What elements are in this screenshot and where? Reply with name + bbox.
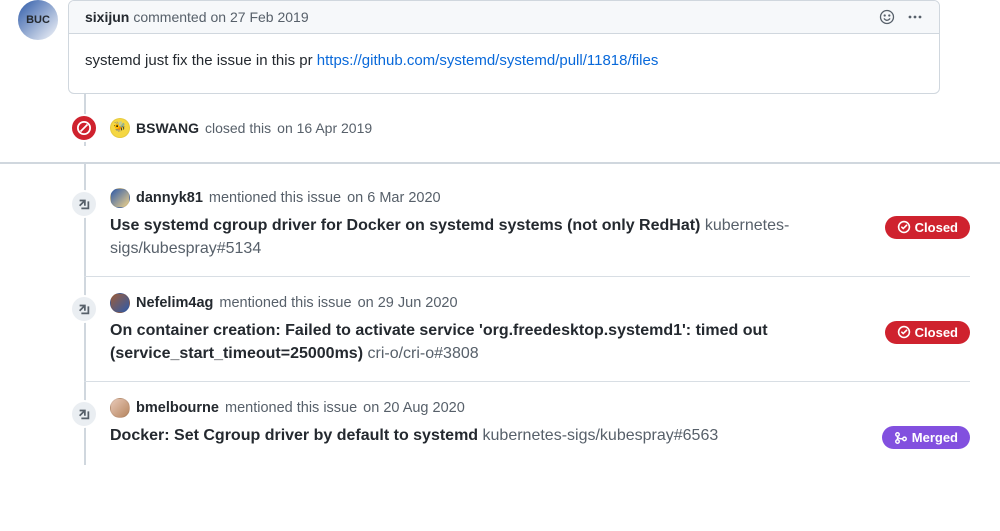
comment-link[interactable]: https://github.com/systemd/systemd/pull/… bbox=[317, 52, 659, 69]
git-merge-icon bbox=[894, 431, 908, 445]
comment-text: systemd just fix the issue in this pr bbox=[85, 52, 317, 69]
xref-timestamp-link[interactable]: on 29 Jun 2020 bbox=[358, 295, 458, 311]
avatar[interactable] bbox=[110, 188, 130, 208]
close-action: closed this bbox=[205, 120, 271, 136]
xref-author-link[interactable]: Nefelim4ag bbox=[136, 295, 213, 311]
cross-reference-icon bbox=[70, 190, 98, 218]
xref-title-link[interactable]: On container creation: Failed to activat… bbox=[110, 322, 768, 362]
xref-action: mentioned this issue bbox=[225, 400, 357, 416]
cross-reference-item: dannyk81 mentioned this issue on 6 Mar 2… bbox=[84, 172, 970, 277]
comment-body: systemd just fix the issue in this pr ht… bbox=[69, 34, 939, 93]
xref-title-link[interactable]: Docker: Set Cgroup driver by default to … bbox=[110, 427, 718, 444]
xref-author-link[interactable]: bmelbourne bbox=[136, 400, 219, 416]
avatar[interactable] bbox=[110, 293, 130, 313]
cross-reference-item: Nefelim4ag mentioned this issue on 29 Ju… bbox=[84, 277, 970, 382]
close-timestamp-link[interactable]: on 16 Apr 2019 bbox=[277, 120, 372, 136]
avatar[interactable]: 🐝 bbox=[110, 118, 130, 138]
comment-timestamp-link[interactable]: on 27 Feb 2019 bbox=[211, 9, 309, 25]
xref-author-link[interactable]: dannyk81 bbox=[136, 190, 203, 206]
xref-title-link[interactable]: Use systemd cgroup driver for Docker on … bbox=[110, 217, 789, 257]
cross-reference-icon bbox=[70, 295, 98, 323]
smiley-icon[interactable] bbox=[879, 9, 895, 25]
comment-author-link[interactable]: sixijun bbox=[85, 9, 129, 25]
kebab-icon[interactable] bbox=[907, 9, 923, 25]
close-author-link[interactable]: BSWANG bbox=[136, 120, 199, 136]
cross-reference-item: bmelbourne mentioned this issue on 20 Au… bbox=[84, 382, 970, 465]
issue-closed-icon bbox=[897, 220, 911, 234]
closed-icon bbox=[70, 114, 98, 142]
comment-box: sixijun commented on 27 Feb 2019 bbox=[68, 0, 940, 94]
comment-block: BUC sixijun commented on 27 Feb 2019 bbox=[0, 0, 970, 94]
xref-action: mentioned this issue bbox=[209, 190, 341, 206]
timeline-divider bbox=[0, 162, 1000, 164]
comment-header: sixijun commented on 27 Feb 2019 bbox=[69, 1, 939, 34]
xref-action: mentioned this issue bbox=[219, 295, 351, 311]
status-badge: Closed bbox=[885, 216, 970, 239]
cross-reference-icon bbox=[70, 400, 98, 428]
status-badge: Closed bbox=[885, 321, 970, 344]
closed-event: 🐝 BSWANG closed this on 16 Apr 2019 bbox=[84, 118, 970, 138]
status-badge: Merged bbox=[882, 426, 970, 449]
xref-repo-ref: kubernetes-sigs/kubespray#6563 bbox=[483, 427, 719, 444]
xref-timestamp-link[interactable]: on 6 Mar 2020 bbox=[347, 190, 441, 206]
avatar[interactable] bbox=[110, 398, 130, 418]
xref-timestamp-link[interactable]: on 20 Aug 2020 bbox=[363, 400, 465, 416]
avatar[interactable]: BUC bbox=[18, 0, 58, 40]
comment-action: commented bbox=[133, 9, 206, 25]
xref-repo-ref: cri-o/cri-o#3808 bbox=[367, 345, 478, 362]
issue-closed-icon bbox=[897, 325, 911, 339]
